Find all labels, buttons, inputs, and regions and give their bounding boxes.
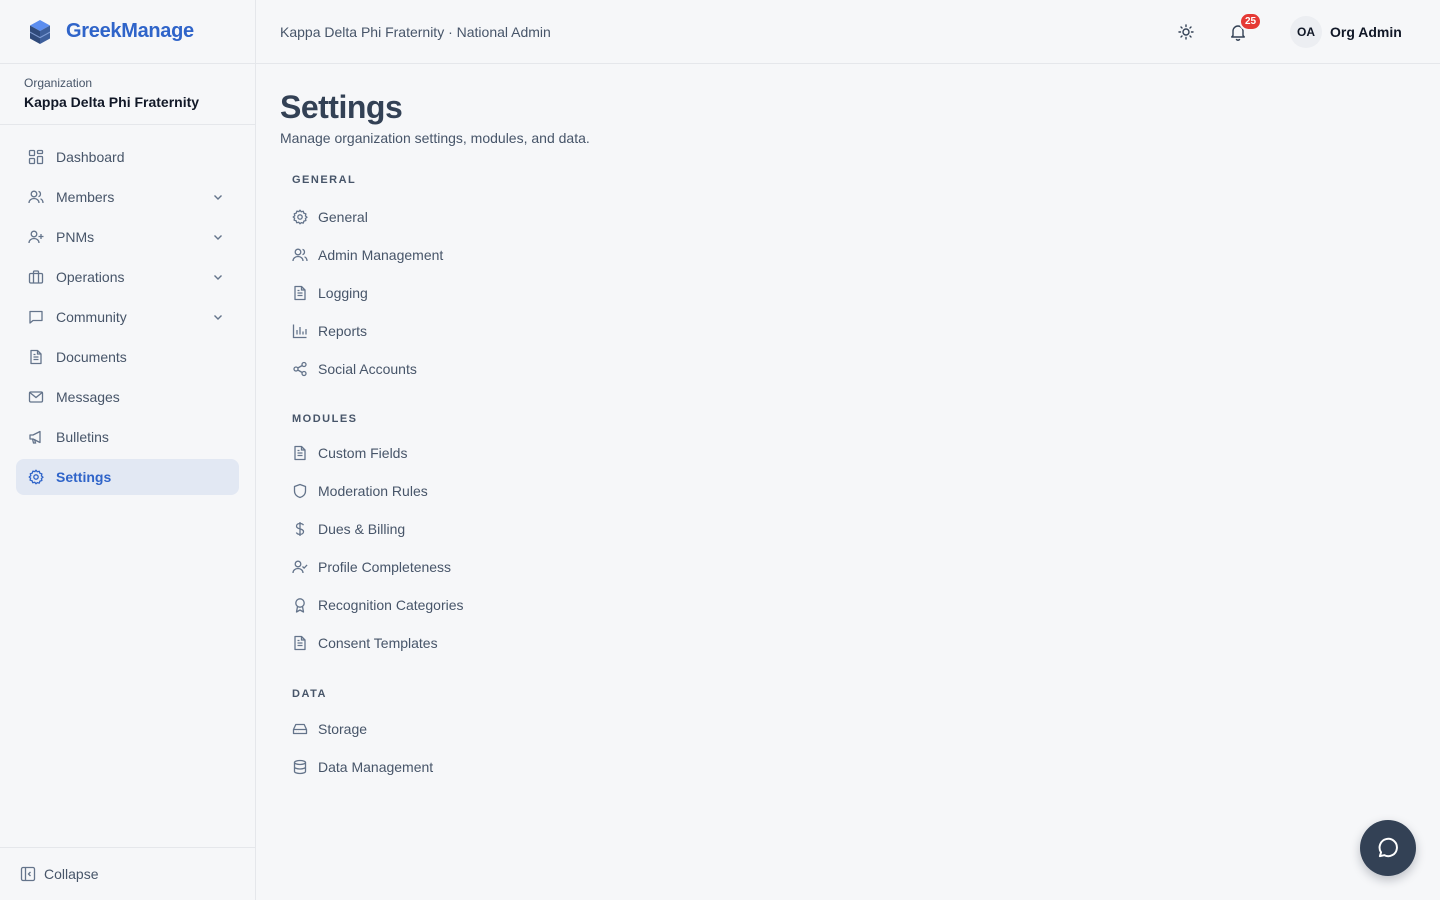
message-circle-icon xyxy=(1378,837,1398,858)
panel-collapse-icon xyxy=(20,866,36,882)
organization-selector[interactable]: Organization Kappa Delta Phi Fraternity xyxy=(0,64,255,125)
gear-icon xyxy=(28,469,44,485)
settings-item-storage[interactable]: Storage xyxy=(292,710,1440,748)
document-icon xyxy=(30,349,42,365)
settings-item-label: Profile Completeness xyxy=(318,559,452,575)
settings-item-data-management[interactable]: Data Management xyxy=(292,748,1440,786)
dollar-icon xyxy=(295,522,305,536)
header-title: Kappa Delta Phi Fraternity · National Ad… xyxy=(280,23,551,40)
mail-icon xyxy=(28,391,44,403)
settings-section-data: Data Storage Data Management xyxy=(280,686,1440,786)
briefcase-icon xyxy=(28,270,44,284)
chevron-down-icon xyxy=(214,275,222,280)
sidebar-item-settings[interactable]: Settings xyxy=(16,459,239,495)
settings-item-admin-management[interactable]: Admin Management xyxy=(292,236,1440,274)
settings-item-label: Admin Management xyxy=(318,247,444,263)
database-icon xyxy=(293,759,307,775)
settings-item-label: Custom Fields xyxy=(318,445,408,461)
bar-chart-icon xyxy=(292,324,307,339)
settings-item-label: Moderation Rules xyxy=(318,483,428,499)
sidebar-item-label: Settings xyxy=(56,469,112,485)
settings-item-label: Recognition Categories xyxy=(318,597,464,613)
chat-icon xyxy=(29,310,43,324)
organization-label: Organization xyxy=(24,76,93,90)
sidebar-item-label: Operations xyxy=(56,269,125,285)
user-name: Org Admin xyxy=(1330,24,1402,40)
chevron-down-icon xyxy=(214,195,222,200)
sidebar-item-label: Dashboard xyxy=(56,149,125,165)
page-subtitle: Manage organization settings, modules, a… xyxy=(280,130,590,146)
settings-item-reports[interactable]: Reports xyxy=(292,312,1440,350)
notification-badge: 25 xyxy=(1239,12,1263,31)
sidebar-item-dashboard[interactable]: Dashboard xyxy=(16,139,239,175)
chevron-down-icon xyxy=(214,315,222,320)
sidebar-item-label: Bulletins xyxy=(56,429,109,445)
settings-item-label: Logging xyxy=(318,285,368,301)
avatar: OA xyxy=(1290,16,1322,48)
settings-item-social-accounts[interactable]: Social Accounts xyxy=(292,350,1440,388)
settings-section-modules: Modules Custom Fields Moderation Rules D… xyxy=(280,411,1440,662)
page-title: Settings xyxy=(280,89,403,125)
settings-item-general[interactable]: General xyxy=(292,198,1440,236)
section-title: Modules xyxy=(292,413,358,425)
sidebar-item-operations[interactable]: Operations xyxy=(16,259,239,295)
sidebar-item-label: Community xyxy=(56,309,127,325)
section-title: Data xyxy=(292,688,327,700)
user-plus-icon xyxy=(28,230,44,244)
settings-item-dues-billing[interactable]: Dues & Billing xyxy=(292,510,1440,548)
collapse-label: Collapse xyxy=(44,866,99,882)
sidebar-item-label: Documents xyxy=(56,349,127,365)
settings-item-recognition-categories[interactable]: Recognition Categories xyxy=(292,586,1440,624)
users-icon xyxy=(292,248,308,262)
gear-icon xyxy=(292,209,308,225)
sidebar-item-label: PNMs xyxy=(56,229,95,245)
settings-item-profile-completeness[interactable]: Profile Completeness xyxy=(292,548,1440,586)
dashboard-icon xyxy=(28,149,44,165)
document-icon xyxy=(294,285,306,301)
users-icon xyxy=(28,190,44,204)
sidebar-item-documents[interactable]: Documents xyxy=(16,339,239,375)
settings-item-logging[interactable]: Logging xyxy=(292,274,1440,312)
sidebar: GreekManage Organization Kappa Delta Phi… xyxy=(0,0,256,900)
sidebar-item-label: Members xyxy=(56,189,115,205)
collapse-button[interactable]: Collapse xyxy=(0,847,255,900)
sun-icon[interactable] xyxy=(1176,22,1196,42)
shield-icon xyxy=(293,483,307,499)
settings-item-label: Reports xyxy=(318,323,368,339)
hard-drive-icon xyxy=(292,723,308,735)
megaphone-icon xyxy=(29,430,41,444)
organization-name: Kappa Delta Phi Fraternity xyxy=(24,94,200,110)
sidebar-item-community[interactable]: Community xyxy=(16,299,239,335)
settings-item-label: Data Management xyxy=(318,759,434,775)
settings-item-custom-fields[interactable]: Custom Fields xyxy=(292,434,1440,472)
main-content: Settings Manage organization settings, m… xyxy=(280,64,1440,786)
sidebar-item-messages[interactable]: Messages xyxy=(16,379,239,415)
logo-icon xyxy=(30,19,50,44)
settings-item-label: Dues & Billing xyxy=(318,521,406,537)
brand-name: GreekManage xyxy=(66,20,194,42)
settings-section-general: General General Admin Management Logging xyxy=(280,172,1440,388)
chevron-down-icon xyxy=(214,235,222,240)
settings-item-label: Social Accounts xyxy=(318,361,417,377)
user-check-icon xyxy=(292,560,308,574)
document-icon xyxy=(294,635,306,651)
settings-item-label: General xyxy=(318,209,368,225)
settings-item-moderation-rules[interactable]: Moderation Rules xyxy=(292,472,1440,510)
sidebar-item-pnms[interactable]: PNMs xyxy=(16,219,239,255)
share-icon xyxy=(293,361,307,377)
settings-item-consent-templates[interactable]: Consent Templates xyxy=(292,624,1440,662)
chat-button[interactable] xyxy=(1360,820,1416,876)
brand[interactable]: GreekManage xyxy=(0,0,255,64)
section-title: General xyxy=(292,174,357,186)
sidebar-item-members[interactable]: Members xyxy=(16,179,239,215)
sidebar-item-label: Messages xyxy=(56,389,120,405)
sidebar-item-bulletins[interactable]: Bulletins xyxy=(16,419,239,455)
top-bar: Kappa Delta Phi Fraternity · National Ad… xyxy=(256,0,1440,64)
sidebar-nav: Dashboard Members PNMs Operations Commun… xyxy=(0,125,255,495)
award-icon xyxy=(295,598,305,613)
user-menu[interactable]: OA Org Admin xyxy=(1290,16,1402,48)
document-icon xyxy=(294,445,306,461)
settings-item-label: Consent Templates xyxy=(318,635,438,651)
settings-item-label: Storage xyxy=(318,721,368,737)
